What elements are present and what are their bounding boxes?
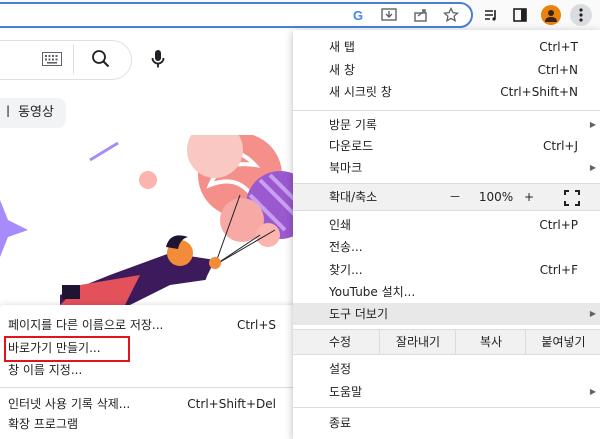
clear-browsing-data-item[interactable]: 인터넷 사용 기록 삭제... Ctrl+Shift+Del	[0, 393, 300, 415]
search-divider	[73, 44, 74, 74]
new-tab-item[interactable]: 새 탭 Ctrl+T	[293, 36, 600, 58]
print-item[interactable]: 인쇄 Ctrl+P	[293, 214, 600, 236]
name-window-item[interactable]: 창 이름 지정...	[0, 359, 300, 381]
new-incognito-window-label: 새 시크릿 창	[329, 85, 392, 99]
clear-browsing-data-label: 인터넷 사용 기록 삭제...	[8, 397, 131, 411]
menu-divider	[293, 110, 600, 111]
exit-item[interactable]: 종료	[293, 412, 600, 434]
help-item[interactable]: 도움말 ▶	[293, 381, 600, 403]
find-shortcut: Ctrl+F	[539, 263, 578, 277]
fullscreen-icon[interactable]	[564, 189, 580, 206]
new-incognito-window-item[interactable]: 새 시크릿 창 Ctrl+Shift+N	[293, 81, 600, 103]
clear-browsing-data-shortcut: Ctrl+Shift+Del	[187, 397, 276, 411]
videos-chip[interactable]: ㅣ 동영상	[0, 98, 66, 128]
edit-label: 수정	[329, 335, 352, 349]
print-shortcut: Ctrl+P	[539, 218, 578, 232]
extensions-item[interactable]: 확장 프로그램	[0, 413, 300, 435]
address-bar[interactable]	[0, 2, 473, 28]
new-window-label: 새 창	[329, 63, 355, 77]
new-window-shortcut: Ctrl+N	[537, 63, 578, 77]
help-label: 도움말	[329, 385, 363, 399]
save-page-as-label: 페이지를 다른 이름으로 저장...	[8, 318, 164, 332]
side-panel-icon[interactable]	[509, 4, 531, 26]
zoom-row: 확대/축소 － 100% +	[293, 184, 600, 210]
more-tools-submenu: 페이지를 다른 이름으로 저장... Ctrl+S 바로가기 만들기... 창 …	[0, 305, 300, 439]
copy-button[interactable]: 복사	[455, 330, 526, 354]
cast-label: 전송...	[329, 240, 363, 254]
find-label: 찾기...	[329, 263, 363, 277]
svg-text:G: G	[353, 8, 363, 22]
zoom-level: 100%	[478, 190, 514, 204]
browser-toolbar: G	[0, 0, 600, 30]
history-item[interactable]: 방문 기록 ▶	[293, 114, 600, 136]
menu-divider	[293, 407, 600, 408]
settings-label: 설정	[329, 362, 352, 376]
bookmarks-label: 북마크	[329, 161, 363, 175]
menu-divider	[293, 210, 600, 211]
doodle-illustration	[0, 135, 300, 305]
keyboard-icon[interactable]	[42, 52, 62, 70]
print-label: 인쇄	[329, 218, 352, 232]
submenu-arrow-icon: ▶	[589, 120, 596, 129]
bookmark-star-icon[interactable]	[440, 4, 462, 26]
share-icon[interactable]	[410, 4, 432, 26]
download-icon[interactable]	[378, 4, 400, 26]
downloads-shortcut: Ctrl+J	[543, 139, 578, 153]
menu-divider	[293, 354, 600, 355]
more-tools-item[interactable]: 도구 더보기 ▶	[293, 303, 600, 325]
cast-item[interactable]: 전송...	[293, 236, 600, 258]
extensions-label: 확장 프로그램	[8, 417, 79, 431]
zoom-label: 확대/축소	[329, 190, 378, 204]
submenu-divider	[0, 387, 300, 388]
search-input[interactable]	[0, 40, 132, 80]
find-item[interactable]: 찾기... Ctrl+F	[293, 259, 600, 281]
chrome-main-menu: 새 탭 Ctrl+T 새 창 Ctrl+N 새 시크릿 창 Ctrl+Shift…	[293, 30, 600, 439]
bookmarks-item[interactable]: 북마크 ▶	[293, 157, 600, 179]
save-page-as-shortcut: Ctrl+S	[236, 318, 276, 332]
save-page-as-item[interactable]: 페이지를 다른 이름으로 저장... Ctrl+S	[0, 314, 300, 336]
new-window-item[interactable]: 새 창 Ctrl+N	[293, 59, 600, 81]
name-window-label: 창 이름 지정...	[8, 363, 83, 377]
more-icon[interactable]	[570, 4, 592, 26]
install-app-label: YouTube 설치...	[329, 285, 416, 299]
install-app-item[interactable]: YouTube 설치...	[293, 281, 600, 303]
new-incognito-window-shortcut: Ctrl+Shift+N	[500, 85, 578, 99]
submenu-arrow-icon: ▶	[589, 163, 596, 172]
search-icon[interactable]	[90, 48, 112, 70]
submenu-arrow-icon: ▶	[589, 387, 596, 396]
downloads-item[interactable]: 다운로드 Ctrl+J	[293, 135, 600, 157]
microphone-icon[interactable]	[150, 48, 166, 70]
edit-row: 수정 잘라내기 복사 붙여넣기	[293, 330, 600, 354]
settings-item[interactable]: 설정	[293, 358, 600, 380]
more-tools-label: 도구 더보기	[329, 307, 389, 321]
new-tab-label: 새 탭	[329, 40, 355, 54]
history-label: 방문 기록	[329, 118, 377, 132]
paste-button[interactable]: 붙여넣기	[525, 330, 600, 354]
exit-label: 종료	[329, 416, 352, 430]
reading-list-icon[interactable]	[480, 4, 502, 26]
highlight-annotation	[4, 336, 130, 362]
submenu-arrow-icon: ▶	[589, 309, 596, 318]
downloads-label: 다운로드	[329, 139, 374, 153]
google-icon[interactable]: G	[348, 4, 370, 26]
zoom-in-button[interactable]: +	[519, 184, 539, 210]
zoom-out-button[interactable]: －	[445, 184, 465, 210]
new-tab-shortcut: Ctrl+T	[539, 40, 578, 54]
profile-icon[interactable]	[541, 5, 561, 25]
cut-button[interactable]: 잘라내기	[379, 330, 456, 354]
